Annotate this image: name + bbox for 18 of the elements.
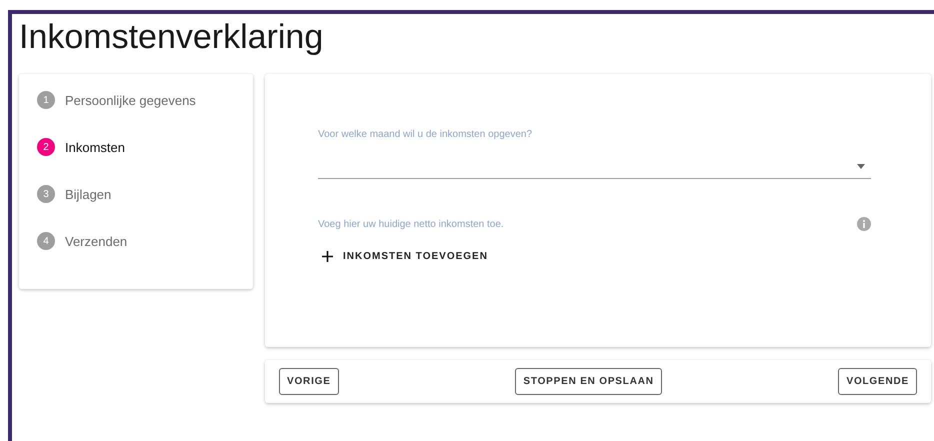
hint-text: Voeg hier uw huidige netto inkomsten toe. [318,218,504,230]
step-label[interactable]: Persoonlijke gegevens [65,92,196,108]
field-label: Voor welke maand wil u de inkomsten opgeven? [318,129,534,140]
step-label[interactable]: Verzenden [65,234,128,248]
footer-button[interactable]: VORIGE [279,368,339,395]
footer-button[interactable]: VOLGENDE [838,368,917,395]
footer-button[interactable]: STOPPEN EN OPSLAAN [515,368,662,395]
step-number[interactable]: 3 [37,185,55,203]
step-label[interactable]: Bijlagen [65,186,112,202]
step-label[interactable]: Inkomsten [65,140,125,154]
add-income-button[interactable]: INKOMSTEN TOEVOEGEN [318,247,492,266]
page-title: Inkomstenverklaring [19,17,324,58]
info-icon[interactable] [857,217,871,231]
step-number[interactable]: 1 [37,91,55,109]
step-number[interactable]: 4 [37,232,55,250]
plus-icon [322,251,333,262]
step-number[interactable]: 2 [37,138,55,156]
dropdown-caret-icon [857,164,865,168]
